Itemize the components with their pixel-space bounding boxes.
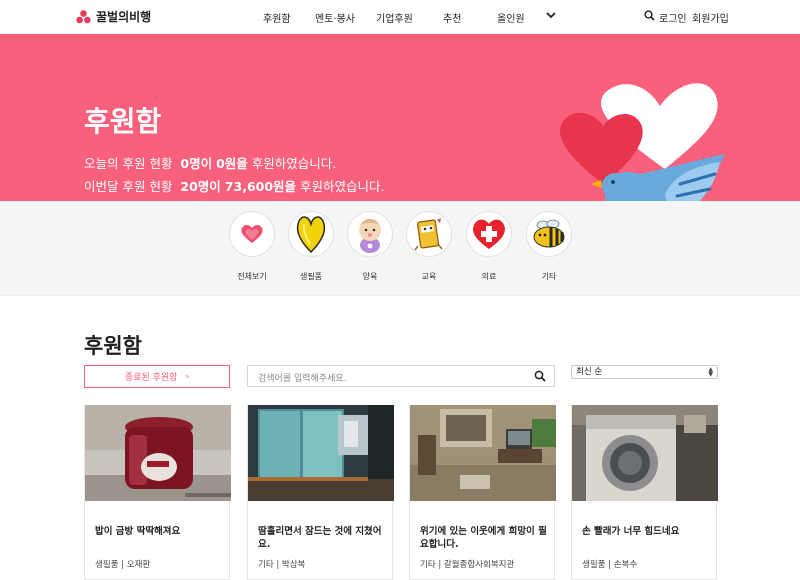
nav-item-recommend[interactable]: 추천 [443, 10, 461, 25]
category-label: 전체보기 [237, 272, 267, 281]
bee-logo-icon [76, 9, 91, 23]
yellow-heart-icon [296, 216, 326, 254]
donation-card[interactable]: 위기에 있는 이웃에게 희망이 필요합니다. 기타 | 갈월종합사회복지관 [409, 405, 556, 580]
card-image [572, 405, 718, 501]
chevron-right-icon: › [185, 371, 190, 382]
search-input[interactable]: 검색어를 입력해주세요. [247, 365, 555, 387]
category-band: 전체보기 생필품 양육 교육 의료 기타 [0, 201, 800, 296]
card-image [85, 405, 231, 501]
nav-item-donation-box[interactable]: 후원함 [263, 10, 291, 25]
card-meta: 생필품 | 손복수 [582, 560, 638, 570]
card-meta: 기타 | 박삼복 [258, 560, 306, 570]
bee-icon [533, 219, 565, 248]
medical-cross-heart-icon [473, 219, 505, 249]
card-title: 위기에 있는 이웃에게 희망이 필요합니다. [420, 526, 547, 550]
category-necessities[interactable]: 생필품 [281, 211, 341, 282]
card-image [410, 405, 556, 501]
month-donation-status: 이번달 후원 현황 20명이 73,600원을 후원하였습니다. [84, 179, 385, 194]
top-header: 꿀벌의비행 후원함 멘토·봉사 기업후원 추천 올인원 로그인 회원가입 [0, 0, 800, 34]
card-image [248, 405, 394, 501]
search-icon[interactable] [534, 370, 546, 382]
chevron-down-icon[interactable] [545, 9, 557, 21]
logo-text: 꿀벌의비행 [96, 10, 152, 24]
hero-title: 후원함 [84, 105, 162, 138]
category-education[interactable]: 교육 [399, 211, 459, 282]
category-childcare[interactable]: 양육 [340, 211, 400, 282]
card-title: 밥이 금방 딱딱해져요 [95, 526, 181, 537]
search-icon[interactable] [644, 10, 655, 21]
donation-card[interactable]: 밥이 금방 딱딱해져요 생필품 | 오재환 [84, 405, 231, 580]
closed-donations-button[interactable]: 종료된 후원함 › [84, 365, 230, 388]
donation-card[interactable]: 땀흘리면서 잠드는 것에 지쳤어요. 기타 | 박삼복 [247, 405, 394, 580]
logo[interactable]: 꿀벌의비행 [76, 8, 151, 25]
card-meta: 기타 | 갈월종합사회복지관 [420, 560, 515, 570]
baby-icon [359, 219, 381, 253]
category-label: 양육 [362, 272, 378, 281]
nav-item-corporate[interactable]: 기업후원 [376, 10, 413, 25]
book-icon [414, 218, 443, 251]
nav-item-mentor[interactable]: 멘토·봉사 [315, 10, 355, 25]
category-label: 의료 [481, 272, 497, 281]
category-etc[interactable]: 기타 [519, 211, 579, 282]
donation-card[interactable]: 손 빨래가 너무 힘드네요 생필품 | 손복수 [571, 405, 718, 580]
category-all[interactable]: 전체보기 [222, 211, 282, 282]
nav-item-allinone[interactable]: 올인원 [497, 10, 525, 25]
category-label: 기타 [541, 272, 557, 281]
category-label: 생필품 [299, 272, 323, 281]
select-caret-icon: ▲ ▼ [708, 366, 713, 378]
category-medical[interactable]: 의료 [459, 211, 519, 282]
sort-select[interactable]: 최신 순 ▲ ▼ [571, 365, 718, 379]
hero-banner: 후원함 오늘의 후원 현황 0명이 0원을 후원하였습니다. 이번달 후원 현황… [0, 34, 800, 201]
login-link[interactable]: 로그인 [659, 10, 687, 25]
card-title: 손 빨래가 너무 힘드네요 [582, 526, 680, 537]
card-title: 땀흘리면서 잠드는 것에 지쳤어요. [258, 526, 382, 550]
heart-bird-illustration [559, 83, 725, 201]
section-title: 후원함 [84, 334, 142, 358]
heart-icon [241, 225, 263, 243]
signup-link[interactable]: 회원가입 [692, 10, 729, 25]
card-meta: 생필품 | 오재환 [95, 560, 151, 570]
today-donation-status: 오늘의 후원 현황 0명이 0원을 후원하였습니다. [84, 156, 337, 171]
category-label: 교육 [421, 272, 437, 281]
